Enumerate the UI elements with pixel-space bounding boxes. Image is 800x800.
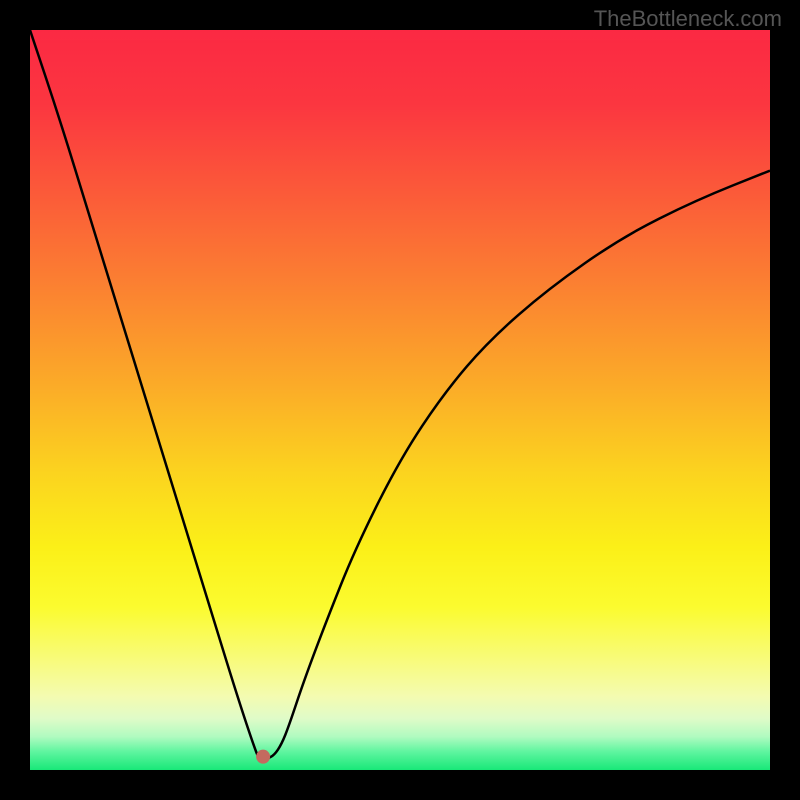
chart-plot-area <box>30 30 770 770</box>
chart-background <box>30 30 770 770</box>
optimal-point-marker <box>256 750 270 764</box>
watermark-text: TheBottleneck.com <box>594 6 782 32</box>
chart-svg <box>30 30 770 770</box>
